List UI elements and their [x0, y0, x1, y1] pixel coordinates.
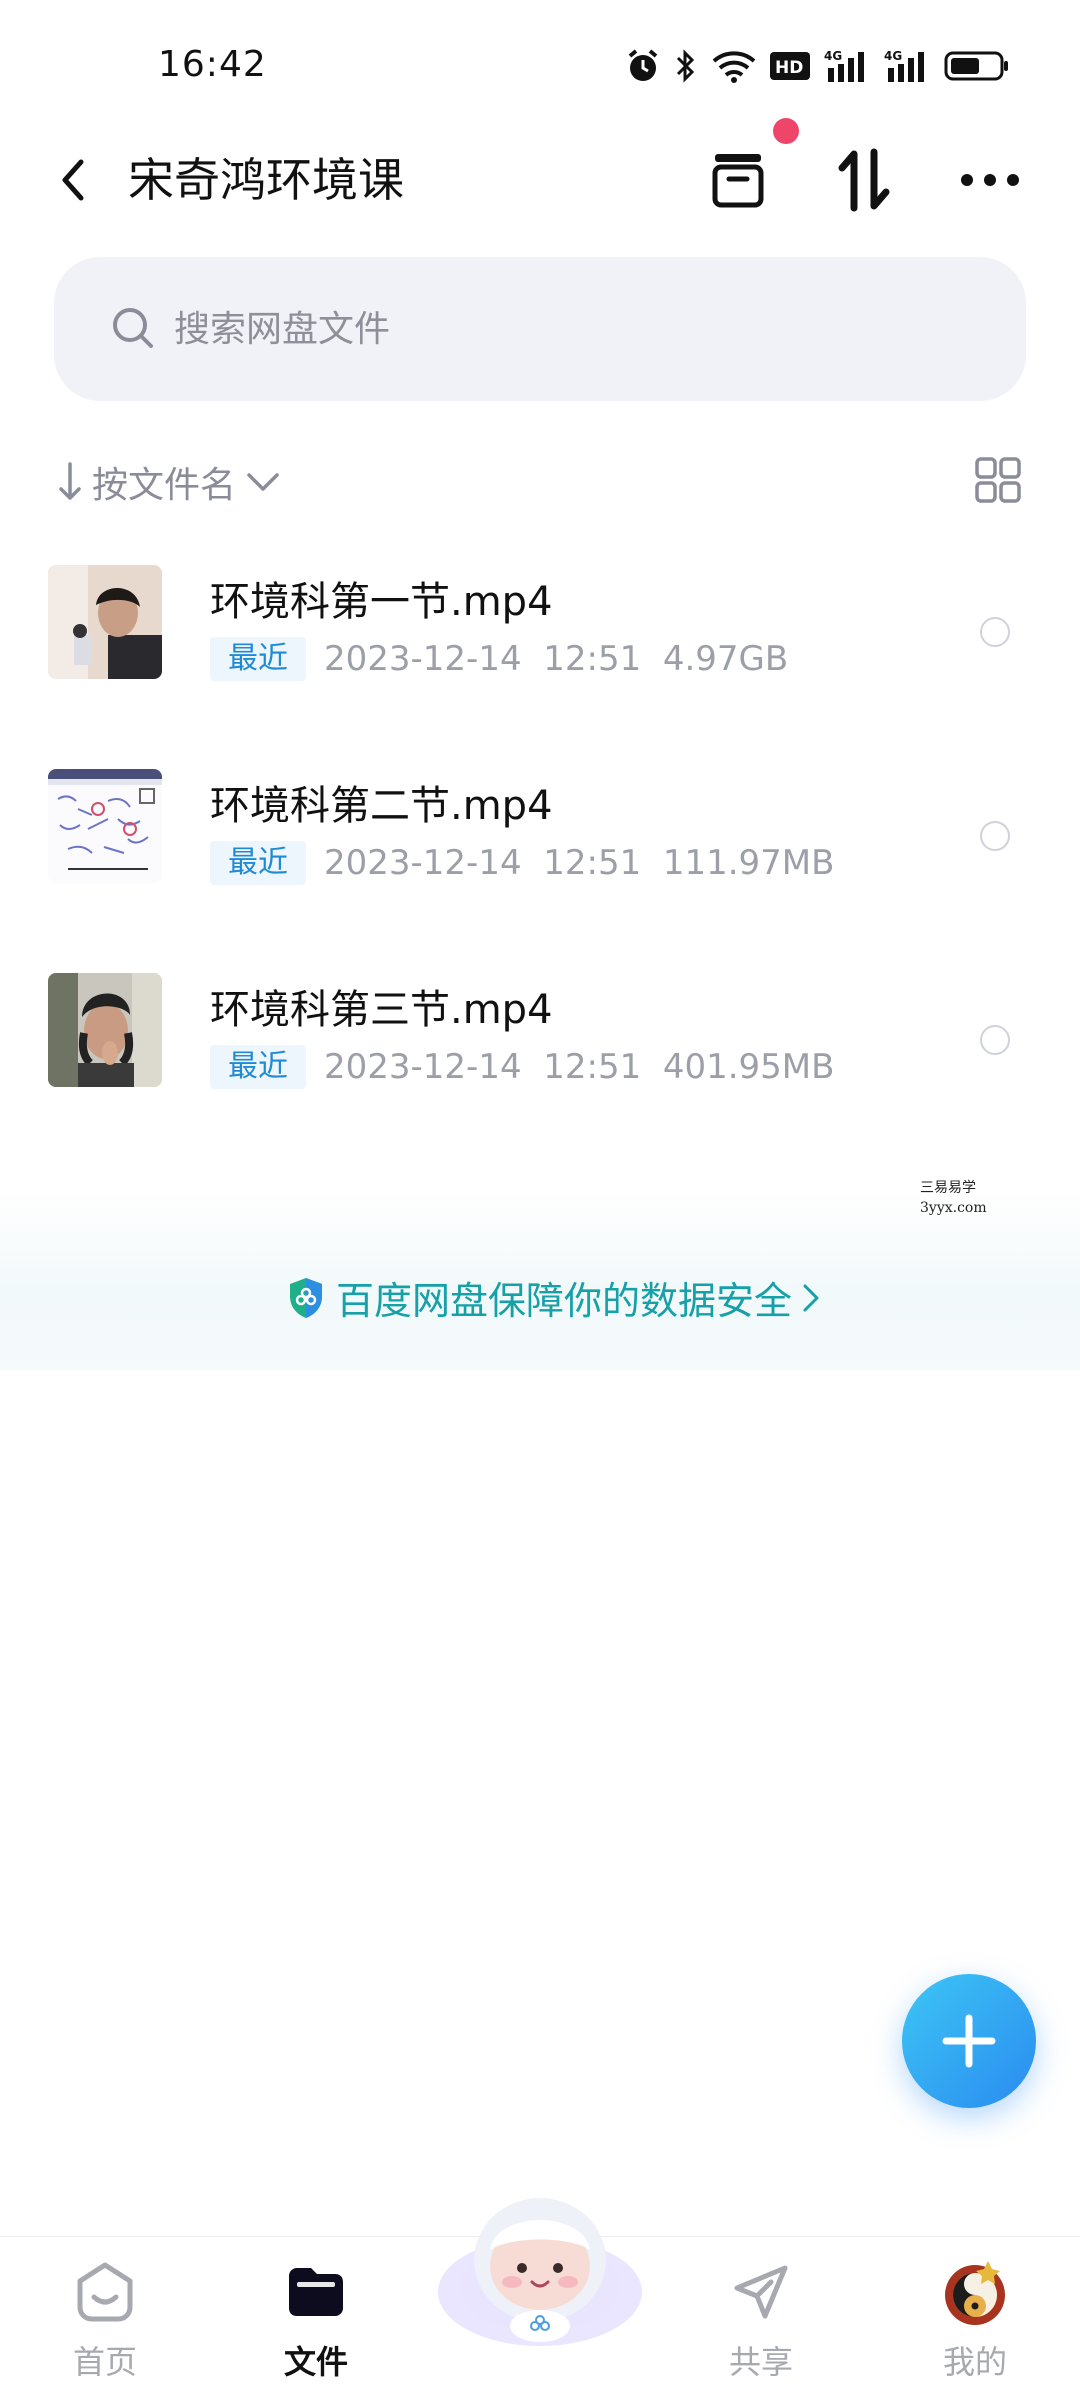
search-icon	[113, 308, 153, 348]
assistant-mascot-icon[interactable]	[432, 2180, 648, 2350]
video-thumbnail	[48, 769, 162, 883]
file-meta: 2023-12-14 12:51 401.95MB	[324, 1045, 834, 1089]
security-banner-link[interactable]: 百度网盘保障你的数据安全	[286, 1270, 820, 1325]
arrow-down-icon	[59, 462, 81, 500]
archive-button[interactable]	[698, 144, 778, 216]
nav-label: 首页	[72, 2343, 137, 2381]
file-name: 环境科第一节.mp4	[210, 579, 553, 625]
nav-label: 文件	[283, 2343, 348, 2381]
watermark: 三易易学 3yyx.com	[920, 1178, 987, 1218]
signal-4g-icon: 4G	[824, 49, 864, 82]
status-icons: HD 4G 4G	[626, 44, 1010, 88]
paper-plane-icon	[734, 2265, 788, 2319]
chevron-left-icon	[62, 159, 84, 201]
more-dots-icon	[961, 174, 1019, 186]
more-button[interactable]	[950, 144, 1030, 216]
battery-icon	[944, 51, 1008, 81]
file-size: 401.95MB	[662, 1047, 835, 1087]
avatar	[945, 2261, 1005, 2325]
watermark-line1: 三易易学	[920, 1180, 976, 1196]
signal-4g-icon: 4G	[884, 49, 924, 82]
hd-icon: HD	[770, 52, 810, 80]
file-row[interactable]: 环境科第二节.mp4 最近 2023-12-14 12:51 111.97MB	[0, 749, 1080, 919]
status-time: 16:42	[158, 44, 267, 85]
video-thumbnail	[48, 565, 162, 679]
select-checkbox[interactable]	[980, 821, 1010, 851]
file-time: 12:51	[543, 639, 642, 679]
transfer-arrows-icon	[838, 148, 890, 212]
nav-home[interactable]: 首页	[35, 2259, 175, 2383]
nav-files[interactable]: 文件	[246, 2259, 386, 2383]
svg-text:HD: HD	[775, 58, 803, 78]
file-date: 2023-12-14	[324, 639, 522, 679]
shield-icon	[290, 1277, 322, 1318]
select-checkbox[interactable]	[980, 617, 1010, 647]
folder-icon	[289, 2268, 343, 2316]
archive-box-icon	[712, 154, 764, 208]
file-size: 111.97MB	[662, 843, 835, 883]
file-time: 12:51	[543, 843, 642, 883]
chevron-right-icon	[803, 1284, 819, 1311]
file-size: 4.97GB	[662, 639, 789, 679]
nav-share[interactable]: 共享	[691, 2259, 831, 2383]
home-face-icon	[77, 2262, 133, 2322]
bluetooth-icon	[676, 49, 695, 83]
recent-badge: 最近	[210, 841, 306, 885]
sort-label: 按文件名	[92, 465, 237, 506]
file-row[interactable]: 环境科第一节.mp4 最近 2023-12-14 12:51 4.97GB	[0, 545, 1080, 715]
file-name: 环境科第二节.mp4	[210, 783, 553, 829]
search-input[interactable]	[174, 301, 954, 357]
nav-profile[interactable]: 我的	[905, 2259, 1045, 2383]
recent-badge: 最近	[210, 637, 306, 681]
security-banner-text: 百度网盘保障你的数据安全	[336, 1279, 793, 1323]
add-button[interactable]	[902, 1974, 1036, 2108]
transfer-button[interactable]	[824, 144, 904, 216]
file-date: 2023-12-14	[324, 843, 522, 883]
search-bar[interactable]	[54, 257, 1026, 401]
svg-text:4G: 4G	[824, 49, 842, 63]
notification-dot	[773, 118, 799, 144]
file-meta: 2023-12-14 12:51 4.97GB	[324, 637, 788, 681]
page-title: 宋奇鸿环境课	[128, 153, 404, 207]
file-time: 12:51	[543, 1047, 642, 1087]
chevron-down-icon	[247, 473, 279, 491]
svg-text:4G: 4G	[884, 49, 902, 63]
recent-badge: 最近	[210, 1045, 306, 1089]
file-name: 环境科第三节.mp4	[210, 987, 553, 1033]
wifi-icon	[712, 51, 756, 83]
nav-label: 我的	[942, 2343, 1007, 2381]
file-date: 2023-12-14	[324, 1047, 522, 1087]
nav-label: 共享	[728, 2343, 793, 2381]
plus-icon	[942, 2014, 996, 2068]
watermark-line2: 3yyx.com	[920, 1200, 987, 1216]
back-button[interactable]	[48, 150, 98, 210]
file-meta: 2023-12-14 12:51 111.97MB	[324, 841, 834, 885]
file-row[interactable]: 环境科第三节.mp4 最近 2023-12-14 12:51 401.95MB	[0, 953, 1080, 1123]
alarm-icon	[628, 49, 658, 81]
video-thumbnail	[48, 973, 162, 1087]
sort-selector[interactable]: 按文件名	[58, 456, 280, 508]
grid-view-icon[interactable]	[974, 456, 1022, 504]
select-checkbox[interactable]	[980, 1025, 1010, 1055]
